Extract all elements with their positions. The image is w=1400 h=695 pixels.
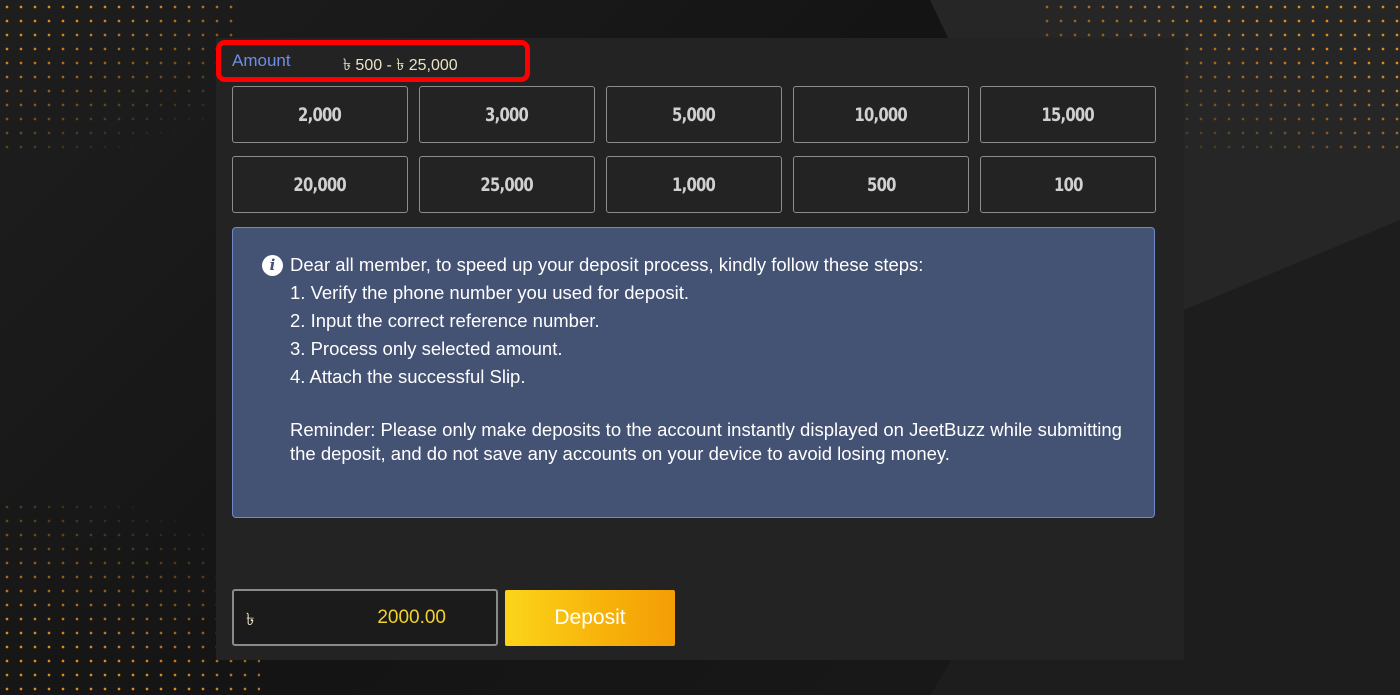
notice-reminder: Reminder: Please only make deposits to t… [290, 419, 1122, 464]
info-icon: i [262, 255, 283, 276]
quick-amount-button[interactable]: 1,000 [606, 156, 782, 213]
quick-amount-label: 5,000 [672, 103, 716, 126]
deposit-notice: i Dear all member, to speed up your depo… [232, 227, 1155, 518]
notice-heading: Dear all member, to speed up your deposi… [290, 254, 924, 275]
dot-pattern-top-left [0, 0, 240, 150]
notice-step: 1. Verify the phone number you used for … [290, 282, 690, 303]
quick-amount-button[interactable]: 100 [980, 156, 1156, 213]
amount-range: ৳ 500 - ৳ 25,000 [343, 57, 458, 74]
quick-amount-button[interactable]: 20,000 [232, 156, 408, 213]
notice-step: 2. Input the correct reference number. [290, 310, 600, 331]
quick-amount-label: 20,000 [293, 173, 347, 196]
quick-amount-label: 2,000 [298, 103, 342, 126]
quick-amount-button[interactable]: 5,000 [606, 86, 782, 143]
quick-amount-label: 15,000 [1041, 103, 1095, 126]
quick-amount-label: 10,000 [854, 103, 908, 126]
notice-step: 3. Process only selected amount. [290, 338, 563, 359]
deposit-amount-value: 2000.00 [377, 607, 446, 628]
quick-amount-label: 500 [866, 173, 896, 196]
quick-amount-button[interactable]: 25,000 [419, 156, 595, 213]
quick-amount-button[interactable]: 3,000 [419, 86, 595, 143]
quick-amount-label: 25,000 [480, 173, 534, 196]
quick-amount-button[interactable]: 15,000 [980, 86, 1156, 143]
quick-amount-grid: 2,000 3,000 5,000 10,000 15,000 20,000 2… [232, 86, 1156, 213]
amount-label: Amount [232, 51, 291, 70]
quick-amount-label: 3,000 [485, 103, 529, 126]
quick-amount-label: 1,000 [672, 173, 716, 196]
notice-step: 4. Attach the successful Slip. [290, 366, 526, 387]
quick-amount-button[interactable]: 500 [793, 156, 969, 213]
deposit-button[interactable]: Deposit [505, 590, 675, 646]
currency-symbol: ৳ [246, 610, 255, 629]
quick-amount-button[interactable]: 10,000 [793, 86, 969, 143]
notice-steps: 1. Verify the phone number you used for … [290, 279, 689, 391]
deposit-amount-input[interactable]: ৳ 2000.00 [232, 589, 498, 646]
quick-amount-button[interactable]: 2,000 [232, 86, 408, 143]
quick-amount-label: 100 [1053, 173, 1083, 196]
